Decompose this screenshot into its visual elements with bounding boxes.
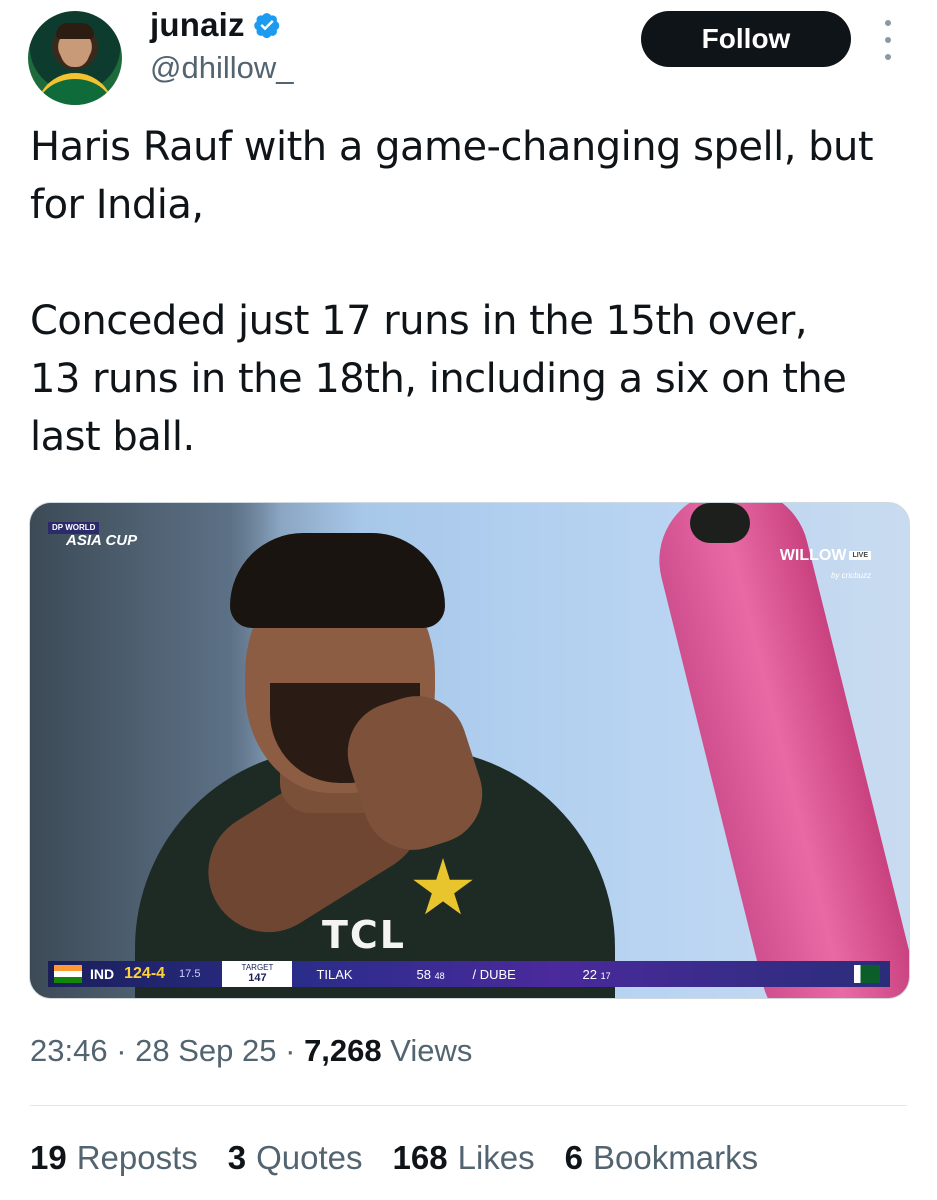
scorebar-batter1-runs: 58 xyxy=(416,966,431,982)
scorebar-overs: 17.5 xyxy=(179,968,201,980)
reposts-count: 19 xyxy=(30,1139,67,1176)
engagement-stats: 19 Reposts 3 Quotes 168 Likes 6 Bookmarks xyxy=(30,1139,758,1177)
asia-cup-logo-main: ASIA CUP xyxy=(66,532,138,549)
author-name-row: junaiz xyxy=(150,6,281,44)
likes-stat[interactable]: 168 Likes xyxy=(393,1139,535,1177)
scorebar-batter1-score: 58 48 xyxy=(416,967,468,982)
player-hair xyxy=(230,533,445,628)
scorebar: IND 124-4 17.5 TARGET 147 TILAK 58 48 / … xyxy=(48,961,890,987)
live-badge: LIVE xyxy=(849,551,871,561)
avatar-hair xyxy=(56,23,94,39)
scorebar-score: 124-4 xyxy=(124,965,166,982)
bookmarks-count: 6 xyxy=(564,1139,584,1176)
quotes-label: Quotes xyxy=(256,1139,363,1176)
avatar-shirt xyxy=(36,73,114,105)
scorebar-batter2-name: DUBE xyxy=(479,966,516,982)
avatar[interactable] xyxy=(28,11,122,105)
views-label: Views xyxy=(390,1033,473,1068)
umpire-hand xyxy=(690,503,750,543)
bookmarks-label: Bookmarks xyxy=(593,1139,759,1176)
author-handle[interactable]: @dhillow_ xyxy=(150,50,293,86)
author-display-name[interactable]: junaiz xyxy=(150,6,245,44)
divider xyxy=(30,1105,907,1106)
quotes-count: 3 xyxy=(227,1139,247,1176)
scorebar-batter2: / DUBE xyxy=(472,966,516,982)
tweet-text: Haris Rauf with a game-changing spell, b… xyxy=(30,124,874,460)
tweet-time[interactable]: 23:46 xyxy=(30,1033,108,1068)
scorebar-team: IND xyxy=(90,966,115,982)
quotes-stat[interactable]: 3 Quotes xyxy=(228,1139,363,1177)
follow-button[interactable]: Follow xyxy=(641,11,851,67)
scorebar-batter1-balls: 48 xyxy=(434,970,445,981)
scorebar-target-value: 147 xyxy=(248,972,267,984)
india-flag-icon xyxy=(54,965,82,983)
verified-badge-icon xyxy=(253,13,279,39)
asia-cup-logo: DP WORLD ASIA CUP xyxy=(48,521,137,548)
willow-logo-text: WILLOW xyxy=(779,547,847,564)
willow-logo-sub: by cricbuzz xyxy=(830,571,871,580)
tweet-meta: 23:46 · 28 Sep 25 · 7,268 Views xyxy=(30,1033,473,1068)
scorebar-batter2-score: 22 17 xyxy=(582,967,642,982)
willow-logo: WILLOW LIVE by cricbuzz xyxy=(780,547,871,583)
pakistan-flag-icon xyxy=(854,965,880,983)
reposts-label: Reposts xyxy=(76,1139,198,1176)
shirt-sponsor: TCL xyxy=(322,913,407,957)
likes-count: 168 xyxy=(392,1139,448,1176)
bookmarks-stat[interactable]: 6 Bookmarks xyxy=(565,1139,758,1177)
scorebar-target: TARGET 147 xyxy=(222,961,293,987)
tweet-date[interactable]: 28 Sep 25 xyxy=(135,1033,276,1068)
reposts-stat[interactable]: 19 Reposts xyxy=(30,1139,198,1177)
likes-label: Likes xyxy=(457,1139,535,1176)
more-vertical-icon[interactable] xyxy=(878,20,898,60)
tweet-media-image[interactable]: TCL DP WORLD ASIA CUP WILLOW LIVE by cric… xyxy=(29,502,910,999)
scorebar-batter1-name: TILAK xyxy=(316,966,353,982)
scorebar-batter2-balls: 17 xyxy=(600,970,611,981)
views-count: 7,268 xyxy=(304,1033,382,1068)
scorebar-batter2-runs: 22 xyxy=(582,966,597,982)
scorebar-target-label: TARGET xyxy=(241,963,274,972)
